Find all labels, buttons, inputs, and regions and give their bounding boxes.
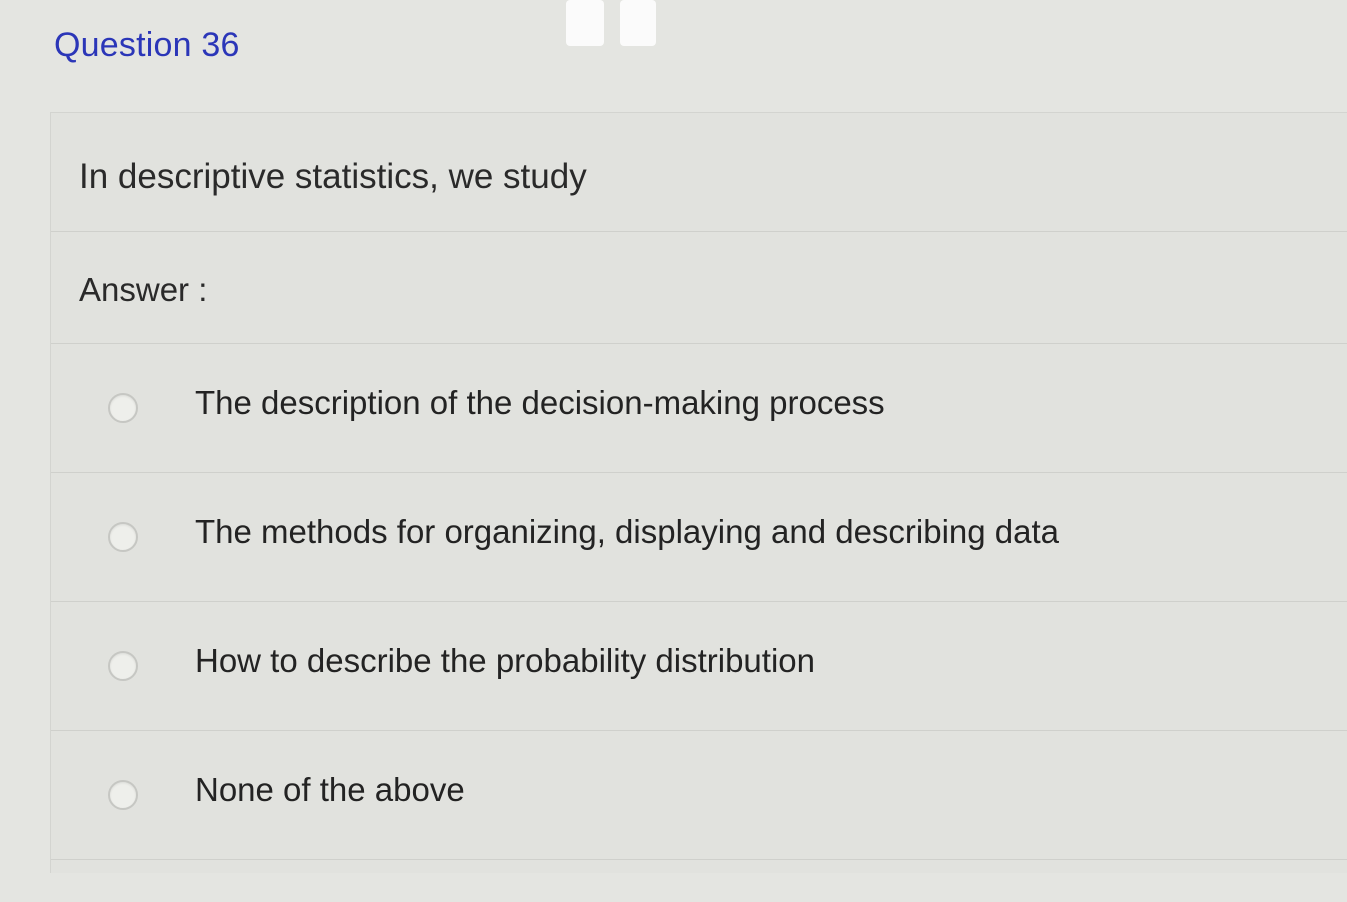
answer-label-row: Answer : xyxy=(51,231,1347,344)
question-prompt: In descriptive statistics, we study xyxy=(79,157,587,196)
answer-option-label: None of the above xyxy=(195,770,465,808)
question-prompt-row: In descriptive statistics, we study xyxy=(51,113,1347,232)
radio-button[interactable] xyxy=(108,779,138,810)
radio-button[interactable] xyxy=(108,650,138,681)
answer-option[interactable]: How to describe the probability distribu… xyxy=(51,601,1347,731)
answer-option[interactable]: The methods for organizing, displaying a… xyxy=(51,472,1347,602)
answer-option[interactable]: The description of the decision-making p… xyxy=(51,343,1347,473)
answer-option-label: The description of the decision-making p… xyxy=(195,383,885,421)
radio-button[interactable] xyxy=(108,521,138,552)
radio-button[interactable] xyxy=(108,392,138,423)
answer-option-label: The methods for organizing, displaying a… xyxy=(195,512,1060,550)
question-title: Question 36 xyxy=(54,26,240,64)
question-card: In descriptive statistics, we study Answ… xyxy=(50,112,1347,873)
answer-label: Answer : xyxy=(79,271,208,308)
screen-glare xyxy=(620,0,656,46)
screen-glare xyxy=(566,0,604,46)
answer-option[interactable]: None of the above xyxy=(51,730,1347,860)
answer-option-label: How to describe the probability distribu… xyxy=(195,641,815,679)
